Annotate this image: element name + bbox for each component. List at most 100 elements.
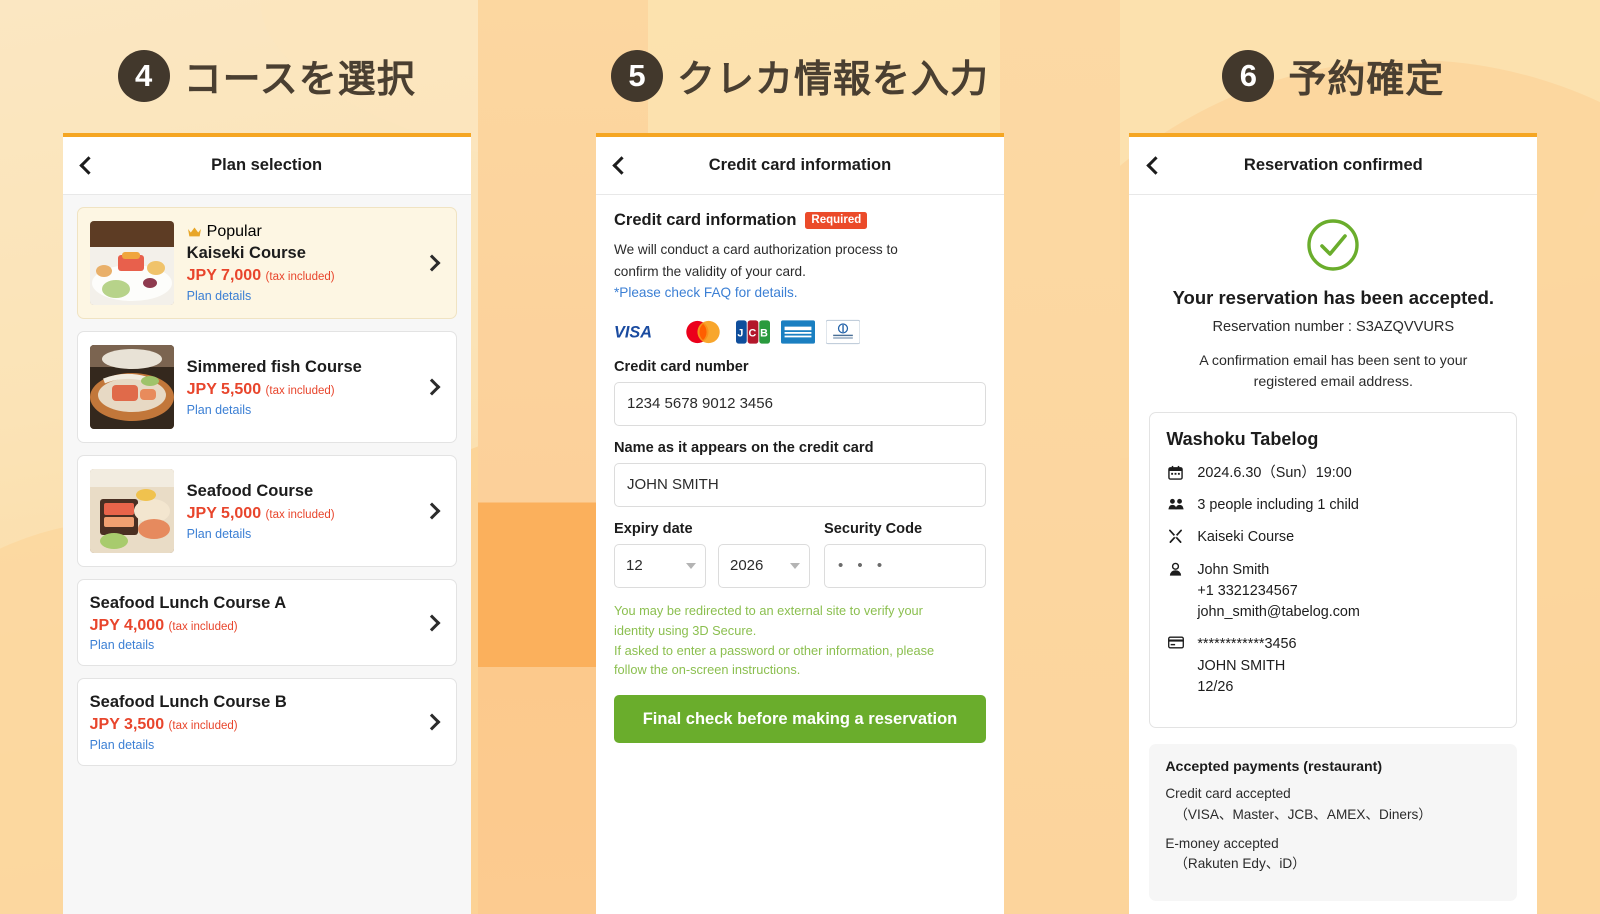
detail-row-party: 3 people including 1 child	[1166, 495, 1500, 516]
detail-row-date: 2024.6.30（Sun）19:00	[1166, 463, 1500, 484]
plan-tax-note: (tax included)	[265, 270, 335, 283]
plan-price: JPY 4,000 (tax included)	[90, 616, 407, 637]
chevron-right-icon	[423, 502, 441, 520]
plan-details-link[interactable]: Plan details	[187, 403, 407, 417]
section-title: Credit card information	[613, 211, 797, 229]
detail-text: John Smith +1 3321234567 john_smith@tabe…	[1197, 561, 1360, 621]
plan-price: JPY 5,500 (tax included)	[187, 380, 407, 401]
amex-logo-icon	[780, 320, 815, 344]
phone-panel-credit-card: Credit card information Credit card info…	[595, 133, 1004, 914]
expiry-month-select[interactable]: 12	[613, 543, 706, 588]
svg-text:B: B	[760, 327, 768, 339]
reservation-details-card: Washoku Tabelog 2024.6.30（Sun）19:00 3 pe…	[1149, 411, 1518, 729]
note-line-2: identity using 3D Secure.	[613, 622, 757, 638]
people-icon	[1166, 495, 1185, 511]
plan-name: Kaiseki Course	[186, 244, 306, 263]
plan-tax-note: (tax included)	[265, 508, 335, 521]
step-column-6: 6 予約確定 Reservation confirmed Your reserv…	[1067, 0, 1600, 914]
detail-text: ************3456 JOHN SMITH 12/26	[1197, 636, 1297, 696]
credit-card-form: Credit card information Required We will…	[595, 195, 1004, 914]
plan-tax-note: (tax included)	[168, 720, 238, 733]
plan-details-link[interactable]: Plan details	[187, 527, 407, 541]
security-code-input[interactable]: • • •	[823, 543, 986, 588]
plan-info: Seafood Lunch Course A JPY 4,000 (tax in…	[90, 593, 407, 652]
plan-price-value: JPY 5,000	[186, 504, 262, 522]
chevron-right-icon	[423, 713, 441, 731]
visa-logo-icon: VISA	[614, 323, 652, 341]
reservation-number: Reservation number : S3AZQVVURS	[1212, 319, 1455, 335]
payment-sub: （Rakuten Edy、iD）	[1174, 855, 1306, 871]
three-d-secure-note: You may be redirected to an external sit…	[614, 601, 986, 680]
chevron-left-icon	[612, 156, 632, 175]
plan-info: Seafood Lunch Course B JPY 3,500 (tax in…	[90, 692, 407, 751]
jcb-logo-icon: J C B	[735, 320, 770, 344]
confirmation-body: Your reservation has been accepted. Rese…	[1129, 195, 1538, 914]
plan-details-link[interactable]: Plan details	[90, 738, 407, 752]
step-title: クレカ情報を入力	[676, 57, 989, 101]
plan-card[interactable]: Seafood Course JPY 5,000 (tax included) …	[76, 455, 457, 567]
popular-label: Popular	[206, 223, 262, 241]
plan-tax-note: (tax included)	[265, 384, 335, 397]
plan-price: JPY 7,000 (tax included)	[187, 266, 407, 287]
step-number-badge: 4	[117, 49, 170, 102]
plan-info: Popular Kaiseki Course JPY 7,000 (tax in…	[187, 223, 407, 302]
expiry-group: Expiry date 12 2026	[613, 521, 810, 588]
popular-badge: Popular	[187, 223, 407, 241]
phone-panel-plan-selection: Plan selection Popular Kaiseki Course JP…	[62, 133, 471, 914]
nav-title: Plan selection	[211, 156, 323, 174]
faq-link[interactable]: *Please check FAQ for details.	[614, 283, 986, 304]
step-heading-4: 4 コースを選択	[117, 48, 416, 103]
chevron-down-icon	[789, 562, 800, 569]
chevron-down-icon	[685, 562, 696, 569]
back-button[interactable]	[1129, 137, 1181, 194]
phone-panel-confirmation: Reservation confirmed Your reservation h…	[1129, 133, 1538, 914]
step-title: コースを選択	[183, 57, 416, 101]
note-line-4: follow the on-screen instructions.	[613, 662, 801, 678]
back-button[interactable]	[63, 137, 115, 194]
step-number-badge: 6	[1222, 49, 1275, 102]
security-label: Security Code	[823, 520, 923, 537]
email-note-line-2: registered email address.	[1253, 374, 1413, 391]
step-number-badge: 5	[610, 49, 663, 102]
security-group: Security Code • • •	[823, 520, 986, 588]
card-number-input[interactable]: 1234 5678 9012 3456	[613, 381, 986, 426]
chevron-right-icon	[423, 378, 441, 396]
confirmation-email-note: A confirmation email has been sent to yo…	[1149, 351, 1517, 394]
payment-line: Credit card accepted	[1165, 786, 1291, 802]
detail-row-person: John Smith +1 3321234567 john_smith@tabe…	[1166, 560, 1500, 624]
plan-price-value: JPY 4,000	[89, 616, 165, 634]
final-check-button[interactable]: Final check before making a reservation	[613, 695, 986, 744]
plan-card[interactable]: Seafood Lunch Course B JPY 3,500 (tax in…	[76, 678, 457, 766]
plan-price-value: JPY 7,000	[186, 266, 262, 284]
plan-details-link[interactable]: Plan details	[90, 638, 407, 652]
svg-text:J: J	[737, 327, 743, 339]
chevron-right-icon	[423, 614, 441, 632]
cutlery-icon	[1166, 527, 1185, 544]
detail-text: Kaiseki Course	[1197, 529, 1295, 546]
accepted-card-brands: VISA J C B	[614, 318, 986, 346]
back-button[interactable]	[596, 137, 648, 194]
step-column-5: 5 クレカ情報を入力 Credit card information Credi…	[533, 0, 1066, 914]
step-column-4: 4 コースを選択 Plan selection Popular Kaiseki …	[0, 0, 533, 914]
plan-details-link[interactable]: Plan details	[187, 289, 407, 303]
plan-price: JPY 5,000 (tax included)	[187, 504, 407, 525]
plan-card[interactable]: Popular Kaiseki Course JPY 7,000 (tax in…	[76, 207, 457, 319]
plan-thumbnail	[89, 469, 174, 553]
expiry-year-select[interactable]: 2026	[717, 543, 810, 588]
plan-card[interactable]: Simmered fish Course JPY 5,500 (tax incl…	[76, 331, 457, 443]
description-line-2: confirm the validity of your card.	[613, 263, 806, 279]
expiry-year-value: 2026	[729, 557, 764, 575]
accepted-payments-title: Accepted payments (restaurant)	[1165, 759, 1383, 776]
chevron-left-icon	[79, 156, 98, 175]
diners-club-logo-icon	[825, 319, 860, 345]
check-circle-icon	[1307, 219, 1360, 271]
step-heading-5: 5 クレカ情報を入力	[610, 48, 989, 103]
chevron-left-icon	[1146, 156, 1165, 175]
note-line-3: If asked to enter a password or other in…	[613, 642, 935, 658]
plan-card[interactable]: Seafood Lunch Course A JPY 4,000 (tax in…	[76, 579, 457, 667]
navbar-plan: Plan selection	[62, 137, 471, 195]
card-name-input[interactable]: JOHN SMITH	[613, 462, 986, 507]
card-number-label: Credit card number	[613, 358, 749, 375]
plan-name: Seafood Course	[186, 482, 314, 501]
accepted-payments-card: Accepted payments (restaurant) Credit ca…	[1149, 744, 1518, 901]
